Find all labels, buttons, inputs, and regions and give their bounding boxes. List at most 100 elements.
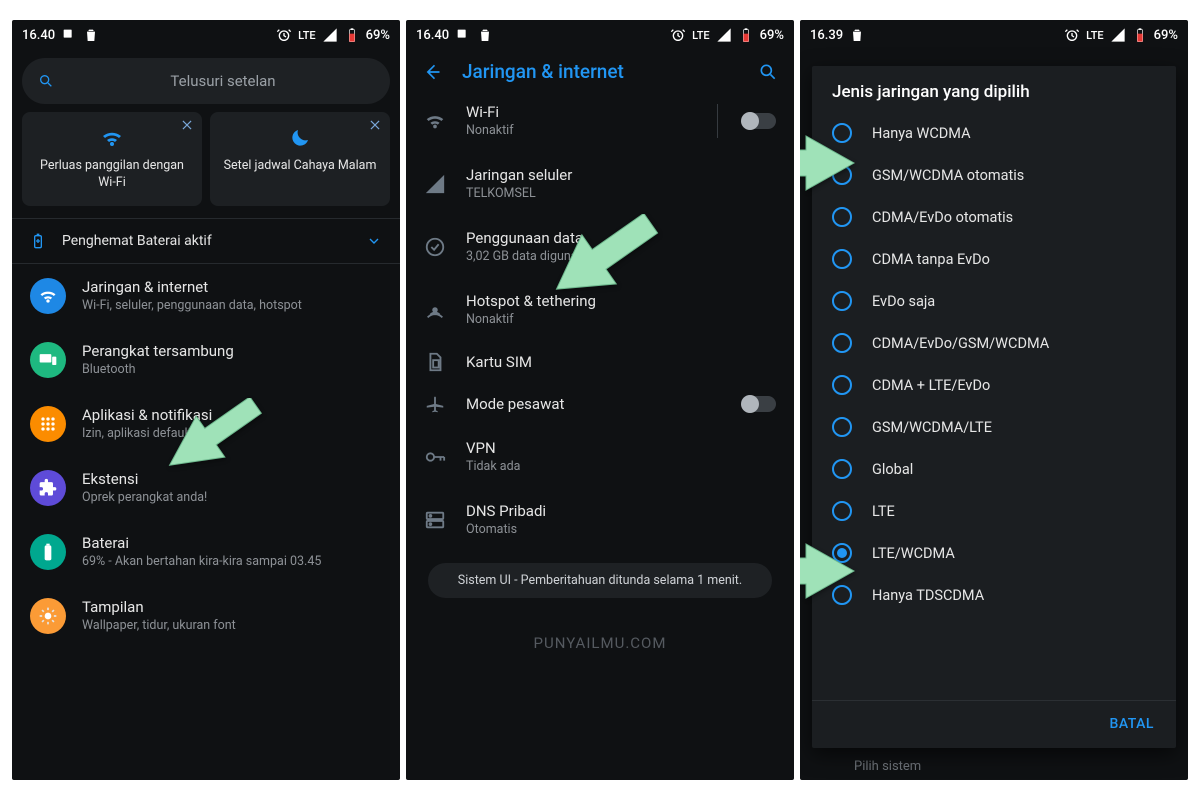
radio-icon [832, 585, 852, 605]
search-icon [38, 73, 54, 89]
radio-label: CDMA/EvDo/GSM/WCDMA [872, 335, 1049, 352]
net-item-vpn[interactable]: VPNTidak ada [406, 425, 794, 488]
radio-label: GSM/WCDMA otomatis [872, 167, 1024, 184]
suggestion-label: Perluas panggilan dengan Wi-Fi [32, 158, 192, 192]
radio-option[interactable]: CDMA/EvDo/GSM/WCDMA [812, 322, 1176, 364]
net-title: Kartu SIM [466, 353, 776, 371]
radio-icon [832, 291, 852, 311]
net-item-plane[interactable]: Mode pesawat [406, 383, 794, 425]
screen-header: Jaringan & internet [406, 50, 794, 89]
close-icon[interactable] [368, 118, 382, 132]
radio-label: CDMA tanpa EvDo [872, 251, 990, 268]
radio-option[interactable]: LTE [812, 490, 1176, 532]
setting-item-devices[interactable]: Perangkat tersambungBluetooth [12, 328, 400, 392]
close-icon[interactable] [180, 118, 194, 132]
status-network: LTE [1086, 29, 1104, 42]
setting-item-wifi[interactable]: Jaringan & internetWi-Fi, seluler, pengg… [12, 264, 400, 328]
setting-title: Aplikasi & notifikasi [82, 406, 212, 424]
net-item-dns[interactable]: DNS PribadiOtomatis [406, 488, 794, 551]
radio-icon [832, 543, 852, 563]
setting-item-display[interactable]: TampilanWallpaper, tidur, ukuran font [12, 584, 400, 648]
battery-icon [1132, 27, 1148, 43]
net-subtitle: Nonaktif [466, 312, 776, 327]
net-item-signal[interactable]: Jaringan selulerTELKOMSEL [406, 152, 794, 215]
battery-saver-notice[interactable]: Penghemat Baterai aktif [12, 219, 400, 263]
net-title: Wi-Fi [466, 103, 697, 121]
status-battery: 69% [760, 28, 784, 43]
radio-option[interactable]: Hanya WCDMA [812, 112, 1176, 154]
network-type-dialog: Jenis jaringan yang dipilih Hanya WCDMA G… [812, 66, 1176, 748]
radio-label: Hanya TDSCDMA [872, 587, 984, 604]
search-placeholder: Telusuri setelan [72, 72, 374, 90]
radio-option[interactable]: CDMA + LTE/EvDo [812, 364, 1176, 406]
net-title: Jaringan seluler [466, 166, 776, 184]
radio-option[interactable]: EvDo saja [812, 280, 1176, 322]
plane-icon [424, 393, 446, 415]
net-item-hotspot[interactable]: Hotspot & tetheringNonaktif [406, 278, 794, 341]
setting-item-apps[interactable]: Aplikasi & notifikasi Izin, aplikasi defa… [12, 392, 400, 456]
radio-icon [832, 333, 852, 353]
radio-icon [832, 375, 852, 395]
radio-option[interactable]: Hanya TDSCDMA [812, 574, 1176, 616]
setting-subtitle: Izin, aplikasi default [82, 426, 212, 441]
suggestion-wifi-calling[interactable]: Perluas panggilan dengan Wi-Fi [22, 112, 202, 206]
net-title: DNS Pribadi [466, 502, 776, 520]
signal-icon [424, 173, 446, 195]
net-item-wifi[interactable]: Wi-FiNonaktif [406, 89, 794, 152]
setting-item-battery[interactable]: Baterai69% - Akan bertahan kira-kira sam… [12, 520, 400, 584]
devices-icon [30, 342, 66, 378]
radio-icon [832, 501, 852, 521]
wifi-icon [424, 110, 446, 132]
suggestion-label: Setel jadwal Cahaya Malam [224, 158, 377, 175]
radio-option[interactable]: CDMA/EvDo otomatis [812, 196, 1176, 238]
search-icon[interactable] [758, 62, 778, 82]
net-texts: Penggunaan data3,02 GB data digunakan [466, 229, 776, 264]
net-title: Mode pesawat [466, 395, 722, 413]
setting-subtitle: Bluetooth [82, 362, 234, 377]
phone-screen-network-type-dialog: 16.39 LTE 69% Pilih sistem Jenis jaringa… [800, 20, 1188, 780]
status-time: 16.40 [22, 28, 55, 43]
network-list: Wi-FiNonaktifJaringan selulerTELKOMSELPe… [406, 89, 794, 551]
setting-texts: Aplikasi & notifikasi Izin, aplikasi defa… [82, 406, 212, 441]
toggle-switch[interactable] [742, 113, 776, 129]
ext-icon [30, 470, 66, 506]
setting-item-ext[interactable]: Ekstensi Oprek perangkat anda! [12, 456, 400, 520]
radio-option[interactable]: Global [812, 448, 1176, 490]
back-icon[interactable] [422, 62, 442, 82]
hotspot-icon [424, 299, 446, 321]
trash-icon [477, 27, 493, 43]
net-item-sim[interactable]: Kartu SIM [406, 341, 794, 383]
wifi-icon [100, 126, 124, 150]
battery-icon [738, 27, 754, 43]
screen-title: Jaringan & internet [462, 60, 738, 83]
radio-option[interactable]: LTE/WCDMA [812, 532, 1176, 574]
cancel-button[interactable]: BATAL [1110, 716, 1155, 732]
radio-option[interactable]: CDMA tanpa EvDo [812, 238, 1176, 280]
status-bar: 16.40 LTE 69% [406, 20, 794, 50]
setting-subtitle: Oprek perangkat anda! [82, 490, 207, 505]
settings-list: Jaringan & internetWi-Fi, seluler, pengg… [12, 264, 400, 648]
setting-texts: Perangkat tersambungBluetooth [82, 342, 234, 377]
divider [717, 104, 718, 138]
setting-title: Ekstensi [82, 470, 207, 488]
chevron-down-icon [366, 233, 382, 249]
moon-icon [288, 126, 312, 150]
setting-subtitle: Wi-Fi, seluler, penggunaan data, hotspot [82, 298, 302, 313]
status-network: LTE [298, 29, 316, 42]
suggestion-cards: Perluas panggilan dengan Wi-Fi Setel jad… [12, 112, 400, 218]
net-item-data[interactable]: Penggunaan data3,02 GB data digunakan [406, 215, 794, 278]
radio-option[interactable]: GSM/WCDMA/LTE [812, 406, 1176, 448]
dialog-title: Jenis jaringan yang dipilih [812, 66, 1176, 112]
net-title: VPN [466, 439, 776, 457]
radio-option[interactable]: GSM/WCDMA otomatis [812, 154, 1176, 196]
radio-label: CDMA + LTE/EvDo [872, 377, 990, 394]
net-subtitle: 3,02 GB data digunakan [466, 249, 776, 264]
toggle-switch[interactable] [742, 396, 776, 412]
suggestion-night-light[interactable]: Setel jadwal Cahaya Malam [210, 112, 390, 206]
display-icon [30, 598, 66, 634]
status-network: LTE [692, 29, 710, 42]
signal-icon [322, 27, 338, 43]
status-time: 16.39 [810, 28, 843, 43]
search-settings[interactable]: Telusuri setelan [22, 58, 390, 104]
setting-subtitle: Wallpaper, tidur, ukuran font [82, 618, 236, 633]
